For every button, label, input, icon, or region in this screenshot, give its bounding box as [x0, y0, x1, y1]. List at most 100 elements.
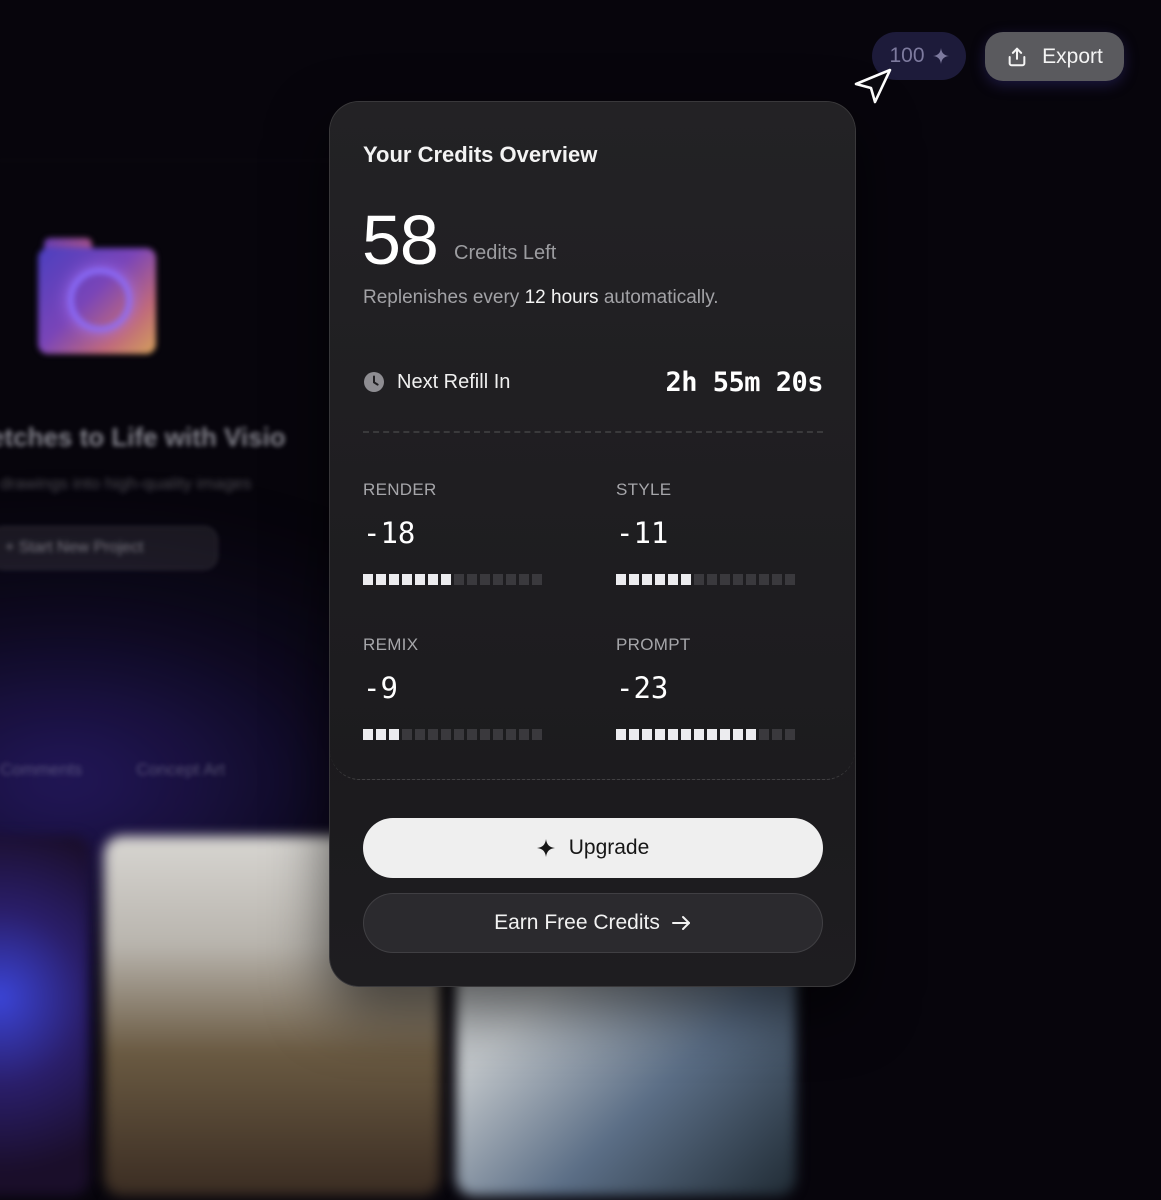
usage-bar-segment	[668, 729, 678, 740]
stat-usage-bar	[616, 574, 823, 585]
credits-left-label: Credits Left	[454, 242, 557, 264]
upgrade-button[interactable]: Upgrade	[363, 818, 823, 878]
stat-prompt: PROMPT -23	[616, 635, 823, 740]
usage-bar-segment	[454, 574, 464, 585]
usage-bar-segment	[402, 729, 412, 740]
tab-comments[interactable]: Comments	[0, 760, 82, 780]
usage-bar-segment	[493, 729, 503, 740]
replenish-interval: 12 hours	[524, 287, 599, 308]
background-headline: etches to Life with Visio	[0, 422, 286, 452]
usage-bar-segment	[642, 729, 652, 740]
usage-bar-segment	[655, 729, 665, 740]
export-button[interactable]: Export	[985, 32, 1124, 81]
usage-bar-segment	[415, 729, 425, 740]
usage-bar-segment	[532, 574, 542, 585]
usage-bar-segment	[720, 574, 730, 585]
usage-bar-segment	[480, 574, 490, 585]
usage-bar-segment	[720, 729, 730, 740]
usage-bar-segment	[363, 574, 373, 585]
usage-bar-segment	[772, 729, 782, 740]
usage-bar-segment	[668, 574, 678, 585]
earn-free-credits-button[interactable]: Earn Free Credits	[363, 893, 823, 953]
credits-popover: Your Credits Overview 58 Credits Left Re…	[329, 101, 856, 987]
usage-bar-segment	[454, 729, 464, 740]
usage-bar-segment	[772, 574, 782, 585]
usage-bar-segment	[759, 574, 769, 585]
usage-bar-segment	[785, 729, 795, 740]
usage-bar-segment	[746, 729, 756, 740]
tab-concept-art[interactable]: Concept Art	[136, 760, 225, 780]
usage-bar-segment	[376, 729, 386, 740]
usage-bar-segment	[519, 574, 529, 585]
usage-bar-segment	[428, 729, 438, 740]
replenish-text: Replenishes every 12 hours automatically…	[363, 287, 719, 308]
stat-value: -11	[616, 516, 669, 550]
usage-bar-segment	[532, 729, 542, 740]
usage-stats-grid: RENDER -18 STYLE -11 REMIX -9 PROMPT -23	[363, 480, 823, 740]
next-refill-label: Next Refill In	[397, 370, 511, 393]
usage-bar-segment	[681, 729, 691, 740]
stat-usage-bar	[616, 729, 823, 740]
sparkle-icon	[932, 48, 949, 64]
usage-bar-segment	[707, 574, 717, 585]
usage-bar-segment	[389, 574, 399, 585]
usage-bar-segment	[493, 574, 503, 585]
popover-title: Your Credits Overview	[363, 142, 598, 167]
usage-bar-segment	[733, 729, 743, 740]
usage-bar-segment	[467, 574, 477, 585]
usage-bar-segment	[642, 574, 652, 585]
cursor-arrow-icon	[854, 68, 892, 104]
export-label: Export	[1042, 44, 1103, 68]
stat-value: -23	[616, 671, 669, 705]
stat-usage-bar	[363, 574, 616, 585]
stat-label: REMIX	[363, 635, 419, 654]
usage-bar-segment	[415, 574, 425, 585]
usage-bar-segment	[389, 729, 399, 740]
usage-bar-segment	[506, 729, 516, 740]
usage-bar-segment	[694, 729, 704, 740]
usage-bar-segment	[655, 574, 665, 585]
upgrade-label: Upgrade	[568, 836, 650, 859]
credits-chip-count: 100	[889, 44, 925, 67]
stat-usage-bar	[363, 729, 616, 740]
usage-bar-segment	[707, 729, 717, 740]
background-tabs: Comments Concept Art	[0, 760, 225, 780]
credits-left-count: 58	[362, 201, 439, 279]
usage-bar-segment	[746, 574, 756, 585]
stat-label: RENDER	[363, 480, 437, 499]
arrow-right-icon	[671, 916, 690, 930]
usage-bar-segment	[467, 729, 477, 740]
stat-label: STYLE	[616, 480, 672, 499]
usage-bar-segment	[480, 729, 490, 740]
stat-style: STYLE -11	[616, 480, 823, 585]
usage-bar-segment	[759, 729, 769, 740]
stat-value: -9	[363, 671, 398, 705]
usage-bar-segment	[681, 574, 691, 585]
folder-icon	[38, 238, 158, 356]
stat-remix: REMIX -9	[363, 635, 616, 740]
usage-bar-segment	[616, 729, 626, 740]
dashed-divider	[363, 431, 823, 433]
stat-render: RENDER -18	[363, 480, 616, 585]
background-subheadline: drawings into high-quality images	[0, 474, 252, 493]
stat-value: -18	[363, 516, 416, 550]
start-new-project-button[interactable]: + Start New Project	[0, 526, 218, 570]
usage-bar-segment	[616, 574, 626, 585]
usage-bar-segment	[629, 574, 639, 585]
earn-free-credits-label: Earn Free Credits	[494, 911, 660, 934]
usage-bar-segment	[376, 574, 386, 585]
usage-bar-segment	[733, 574, 743, 585]
next-refill-row: Next Refill In 2h 55m 20s	[363, 364, 823, 400]
usage-bar-segment	[506, 574, 516, 585]
stat-label: PROMPT	[616, 635, 691, 654]
usage-bar-segment	[785, 574, 795, 585]
next-refill-countdown: 2h 55m 20s	[665, 366, 823, 398]
gallery-card[interactable]	[0, 836, 90, 1196]
usage-bar-segment	[519, 729, 529, 740]
credits-summary-section: Your Credits Overview 58 Credits Left Re…	[330, 102, 855, 780]
sparkle-icon	[536, 839, 555, 857]
usage-bar-segment	[629, 729, 639, 740]
usage-bar-segment	[363, 729, 373, 740]
usage-bar-segment	[694, 574, 704, 585]
usage-bar-segment	[441, 574, 451, 585]
